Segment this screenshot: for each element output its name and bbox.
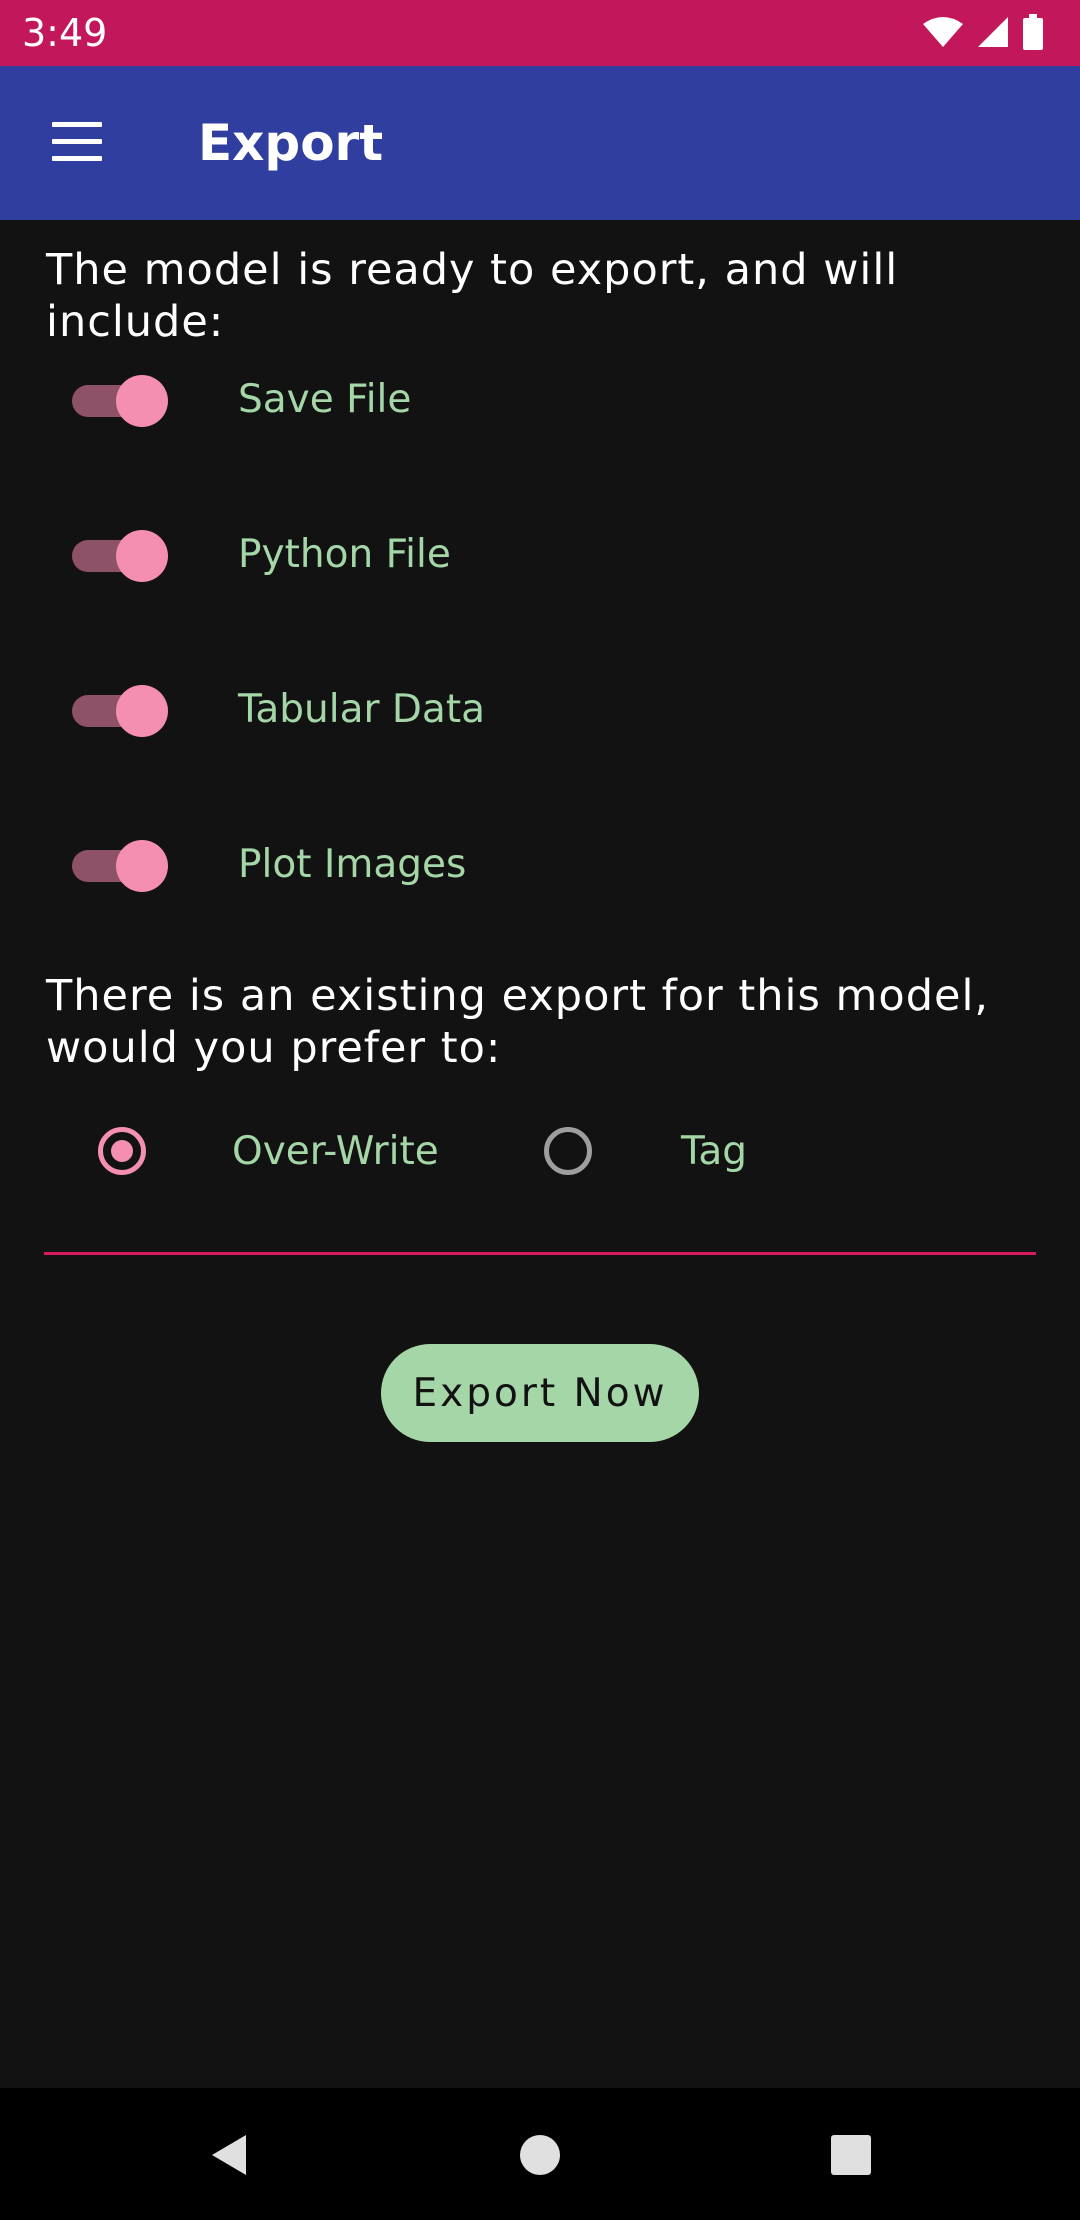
navigation-bar	[0, 2088, 1080, 2220]
switch-thumb	[116, 530, 168, 582]
tabular-data-label: Tabular Data	[238, 687, 486, 732]
python-file-label: Python File	[238, 532, 451, 577]
existing-export-question: There is an existing export for this mod…	[46, 970, 1046, 1074]
recents-icon[interactable]	[826, 2130, 876, 2180]
status-icons	[922, 14, 1044, 50]
question-line-2: would you prefer to:	[46, 1023, 502, 1073]
plot-images-switch[interactable]	[72, 840, 168, 892]
page-title: Export	[198, 114, 384, 172]
export-now-button[interactable]: Export Now	[381, 1344, 699, 1442]
overwrite-radio-option[interactable]: Over-Write	[98, 1124, 439, 1184]
switch-thumb	[116, 840, 168, 892]
app-bar: Export	[0, 66, 1080, 220]
save-file-label: Save File	[238, 377, 412, 422]
battery-icon	[1023, 14, 1043, 50]
save-file-switch[interactable]	[72, 375, 168, 427]
toggle-row-tabular-data: Tabular Data	[0, 666, 1080, 756]
status-time: 3:49	[22, 11, 108, 55]
switch-thumb	[116, 375, 168, 427]
cellular-signal-icon	[978, 17, 1008, 47]
tag-radio-option[interactable]: Tag	[544, 1124, 764, 1184]
question-line-1: There is an existing export for this mod…	[46, 971, 990, 1021]
hamburger-menu-icon[interactable]	[52, 122, 102, 162]
export-screen: 3:49 Export The model is ready to export…	[0, 0, 1080, 2220]
radio-checked-icon[interactable]	[98, 1127, 146, 1175]
toggle-row-save-file: Save File	[0, 356, 1080, 446]
overwrite-label: Over-Write	[232, 1129, 439, 1174]
tabular-data-switch[interactable]	[72, 685, 168, 737]
back-icon[interactable]	[204, 2130, 254, 2180]
status-bar: 3:49	[0, 0, 1080, 66]
switch-thumb	[116, 685, 168, 737]
python-file-switch[interactable]	[72, 530, 168, 582]
tag-label: Tag	[681, 1129, 748, 1174]
wifi-icon	[923, 17, 963, 47]
radio-unchecked-icon[interactable]	[544, 1127, 592, 1175]
toggle-row-python-file: Python File	[0, 511, 1080, 601]
home-icon[interactable]	[515, 2130, 565, 2180]
divider	[44, 1252, 1036, 1255]
intro-text: The model is ready to export, and will i…	[46, 245, 899, 347]
toggle-row-plot-images: Plot Images	[0, 821, 1080, 911]
plot-images-label: Plot Images	[238, 842, 467, 887]
